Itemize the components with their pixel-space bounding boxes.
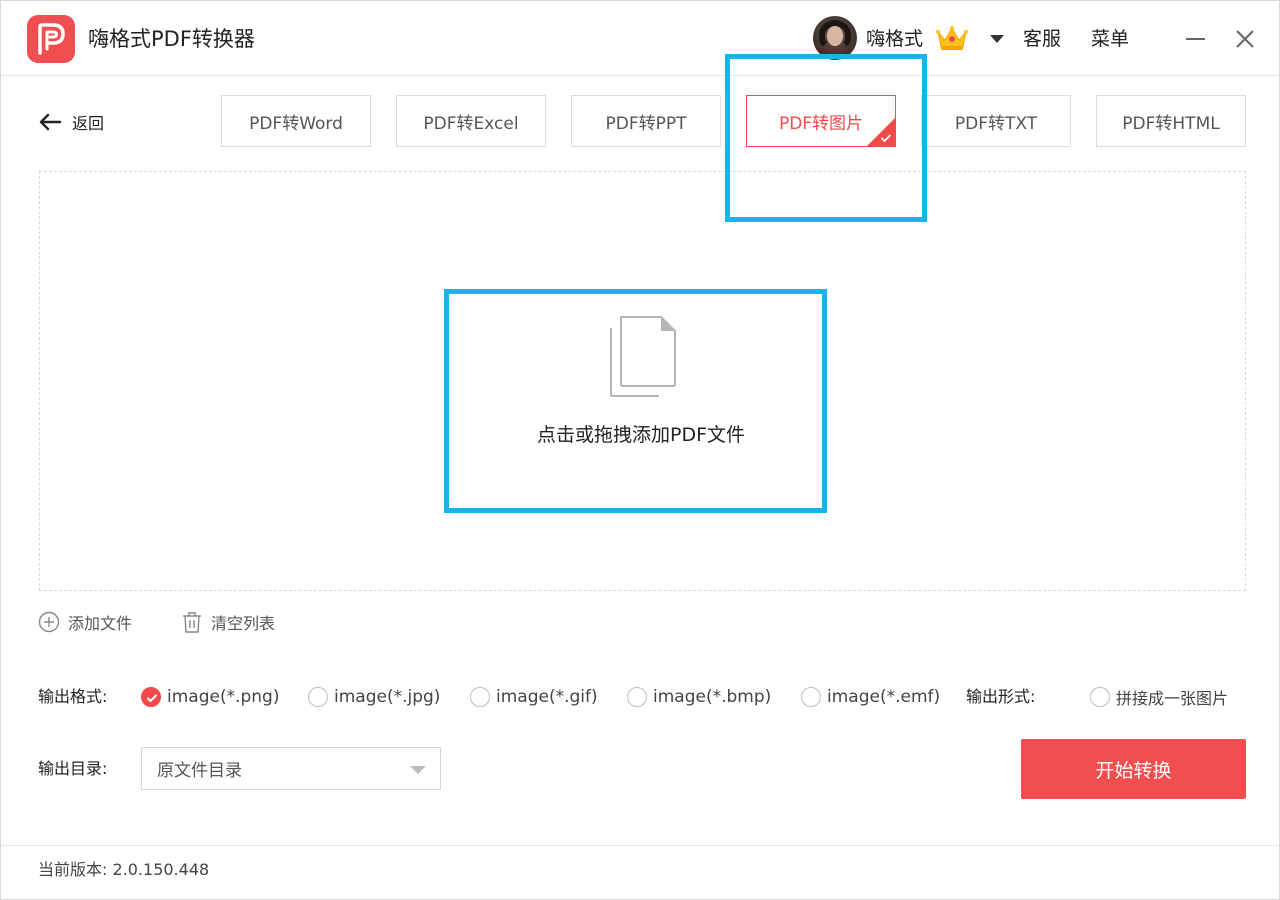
format-option-label: image(*.jpg) (334, 687, 441, 707)
vip-crown-icon (936, 26, 968, 50)
add-file-button[interactable]: 添加文件 (38, 610, 132, 634)
radio-icon (801, 687, 821, 707)
document-stack-icon (610, 316, 676, 397)
tab-pdf-to-ppt[interactable]: PDF转PPT (571, 95, 721, 147)
merge-option-label: 拼接成一张图片 (1116, 689, 1229, 708)
chevron-down-icon (410, 766, 426, 774)
checkmark-icon (880, 134, 892, 143)
user-dropdown-icon[interactable] (990, 35, 1004, 43)
format-option-label: image(*.bmp) (653, 687, 772, 707)
format-option-png[interactable]: image(*.png) (141, 685, 279, 709)
tab-pdf-to-txt[interactable]: PDF转TXT (921, 95, 1071, 147)
output-dir-select[interactable]: 原文件目录 (141, 747, 441, 790)
output-dir-value: 原文件目录 (157, 761, 242, 781)
format-option-label: image(*.gif) (496, 687, 598, 707)
output-dir-label: 输出目录: (38, 759, 108, 778)
start-convert-button[interactable]: 开始转换 (1021, 739, 1246, 799)
close-icon[interactable] (1235, 29, 1255, 49)
app-title: 嗨格式PDF转换器 (88, 27, 255, 51)
back-button[interactable]: 返回 (38, 109, 104, 135)
output-mode-label: 输出形式: (966, 687, 1036, 706)
arrow-left-icon (39, 113, 62, 131)
tab-label: PDF转HTML (1122, 113, 1220, 134)
radio-checked-icon (141, 687, 161, 707)
format-option-emf[interactable]: image(*.emf) (801, 685, 940, 709)
minimize-icon[interactable] (1186, 38, 1205, 40)
clear-list-label: 清空列表 (211, 614, 276, 633)
add-file-label: 添加文件 (68, 614, 133, 633)
back-label: 返回 (72, 114, 105, 133)
version-text: 当前版本: 2.0.150.448 (38, 860, 210, 879)
tab-label: PDF转PPT (605, 113, 687, 134)
app-logo-icon (27, 15, 75, 63)
tab-pdf-to-html[interactable]: PDF转HTML (1096, 95, 1246, 147)
radio-icon (627, 687, 647, 707)
trash-icon (183, 612, 201, 633)
username[interactable]: 嗨格式 (866, 27, 923, 51)
radio-icon (308, 687, 328, 707)
format-option-gif[interactable]: image(*.gif) (470, 685, 598, 709)
clear-list-button[interactable]: 清空列表 (181, 610, 275, 634)
format-option-label: image(*.emf) (827, 687, 941, 707)
format-option-bmp[interactable]: image(*.bmp) (627, 685, 771, 709)
output-format-label: 输出格式: (38, 687, 108, 706)
tab-label: PDF转Word (249, 113, 343, 134)
tab-label: PDF转Excel (423, 113, 519, 134)
tab-pdf-to-word[interactable]: PDF转Word (221, 95, 371, 147)
tab-pdf-to-excel[interactable]: PDF转Excel (396, 95, 546, 147)
format-option-label: image(*.png) (167, 687, 280, 707)
format-option-jpg[interactable]: image(*.jpg) (308, 685, 440, 709)
tab-label: PDF转图片 (778, 113, 864, 134)
radio-icon (1090, 687, 1110, 707)
avatar[interactable] (813, 16, 857, 60)
divider (1, 845, 1280, 846)
app-window: 嗨格式PDF转换器 嗨格式 客服 菜单 返回 PDF转Word PDF转Exce… (0, 0, 1280, 900)
merge-into-one-image-option[interactable]: 拼接成一张图片 (1090, 685, 1228, 709)
menu-button[interactable]: 菜单 (1091, 27, 1129, 51)
title-bar: 嗨格式PDF转换器 嗨格式 客服 菜单 (1, 1, 1280, 76)
tab-label: PDF转TXT (954, 113, 1038, 134)
plus-circle-icon (38, 611, 60, 633)
tab-pdf-to-image[interactable]: PDF转图片 (746, 95, 896, 147)
radio-icon (470, 687, 490, 707)
drop-hint: 点击或拖拽添加PDF文件 (536, 424, 746, 446)
customer-service-button[interactable]: 客服 (1023, 27, 1061, 51)
